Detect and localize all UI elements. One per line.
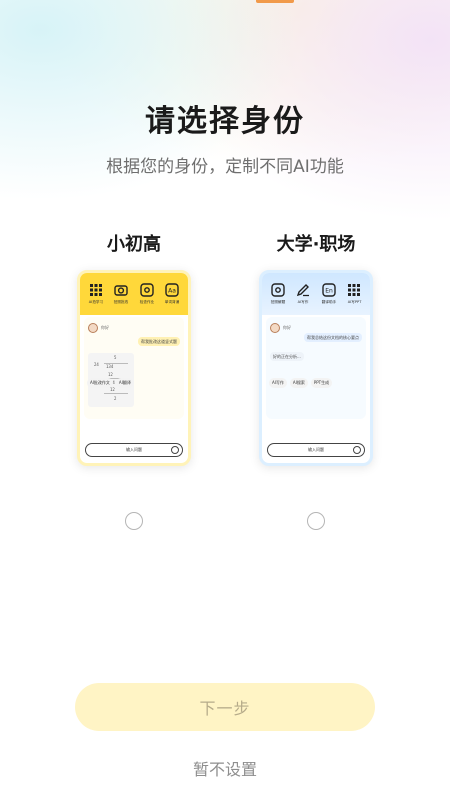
scan-icon bbox=[140, 283, 154, 297]
preview-toolbar: 拍照解题 AI写作 En 翻译助手 AI写PPT bbox=[262, 273, 370, 315]
university-preview-card[interactable]: 拍照解题 AI写作 En 翻译助手 AI写PPT 你好 帮我总结这份文档的核心要… bbox=[259, 270, 373, 466]
preview-tool: AI写PPT bbox=[342, 283, 367, 305]
quick-action-chip: AI搜索 bbox=[289, 378, 308, 388]
page-title: 请选择身份 bbox=[145, 104, 305, 139]
chat-bubble-user: 帮我批改这道竖式题 bbox=[138, 337, 180, 346]
chat-bubble-ai: 好的正在分析... bbox=[270, 352, 304, 361]
svg-text:En: En bbox=[325, 288, 333, 295]
quick-actions: AI写作 AI搜索 PPT生成 bbox=[269, 377, 363, 389]
preview-tool: AI拍学习 bbox=[83, 283, 108, 305]
preview-tool: 拍照解题 bbox=[265, 283, 290, 305]
preview-chat: 你好 帮我总结这份文档的核心要点 好的正在分析... AI写作 AI搜索 PPT… bbox=[266, 317, 366, 419]
preview-tool: AI写作 bbox=[291, 283, 316, 305]
skip-link[interactable]: 暂不设置 bbox=[0, 756, 450, 780]
mic-icon bbox=[171, 446, 179, 454]
page-subtitle: 根据您的身份，定制不同AI功能 bbox=[106, 157, 344, 177]
translate-icon: Aa bbox=[165, 283, 179, 297]
quick-action-chip: AI写作 bbox=[269, 378, 287, 388]
preview-tool: 检查作业 bbox=[134, 283, 159, 305]
mic-icon bbox=[353, 446, 361, 454]
status-indicator bbox=[256, 0, 294, 3]
quick-actions: AI批改作文 AI翻译 bbox=[87, 377, 181, 389]
identity-option-k12[interactable]: 小初高 AI拍学习 拍照批改 检查作业 Aa 单词背诵 你好 帮我批改这道竖式题… bbox=[66, 232, 202, 530]
radio-k12[interactable] bbox=[125, 512, 143, 530]
avatar bbox=[270, 323, 280, 333]
radio-university-work[interactable] bbox=[307, 512, 325, 530]
option-label: 小初高 bbox=[107, 234, 161, 255]
translate-icon: En bbox=[322, 283, 336, 297]
preview-tool: Aa 单词背诵 bbox=[160, 283, 185, 305]
preview-input: 输入问题 bbox=[267, 443, 365, 457]
svg-text:Aa: Aa bbox=[168, 288, 176, 295]
preview-tool: En 翻译助手 bbox=[316, 283, 341, 305]
grid-icon bbox=[89, 284, 102, 296]
preview-chat: 你好 帮我批改这道竖式题 5 24 134 12 14 12 2 AI批改作文 … bbox=[84, 317, 184, 419]
preview-tool: 拍照批改 bbox=[109, 283, 134, 305]
camera-icon bbox=[271, 283, 285, 297]
option-label: 大学·职场 bbox=[276, 234, 356, 255]
avatar-name: 你好 bbox=[283, 325, 291, 330]
avatar bbox=[88, 323, 98, 333]
camera-icon bbox=[114, 285, 128, 296]
chat-bubble-user: 帮我总结这份文档的核心要点 bbox=[304, 333, 362, 342]
identity-option-university-work[interactable]: 大学·职场 拍照解题 AI写作 En 翻译助手 AI写PPT 你好 帮我总结这份… bbox=[248, 232, 384, 530]
quick-action-chip: AI批改作文 bbox=[87, 378, 113, 388]
grid-icon bbox=[348, 284, 361, 296]
k12-preview-card[interactable]: AI拍学习 拍照批改 检查作业 Aa 单词背诵 你好 帮我批改这道竖式题 5 2… bbox=[77, 270, 191, 466]
pen-icon bbox=[297, 284, 310, 297]
next-button[interactable]: 下一步 bbox=[75, 683, 375, 731]
preview-toolbar: AI拍学习 拍照批改 检查作业 Aa 单词背诵 bbox=[80, 273, 188, 315]
preview-input: 输入问题 bbox=[85, 443, 183, 457]
avatar-name: 你好 bbox=[101, 325, 109, 330]
quick-action-chip: PPT生成 bbox=[310, 378, 333, 388]
quick-action-chip: AI翻译 bbox=[115, 378, 134, 388]
